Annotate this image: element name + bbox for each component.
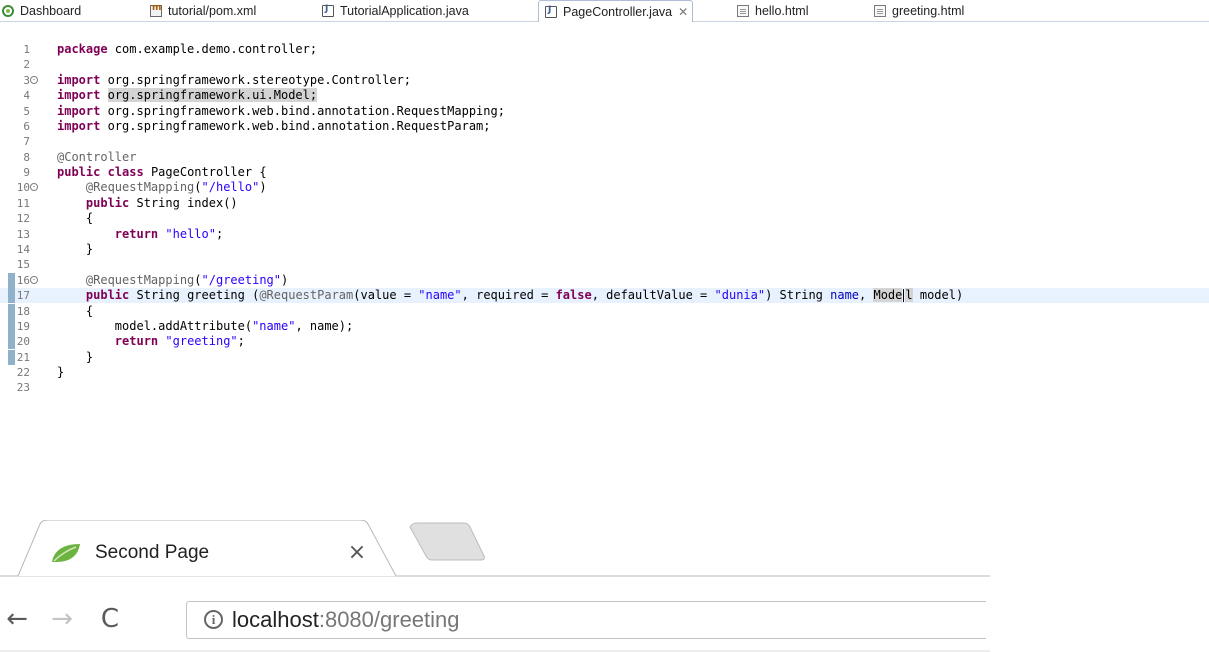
line-number: 15 [16, 258, 30, 271]
code-line: 8 @Controller [0, 150, 1209, 165]
new-tab-button[interactable] [409, 522, 485, 561]
code-line: 11 public String index() [0, 196, 1209, 211]
line-number: 9 [23, 166, 30, 179]
code-line: 5 import org.springframework.web.bind.an… [0, 104, 1209, 119]
line-number: 7 [23, 135, 30, 148]
line-number: 8 [23, 151, 30, 164]
spring-leaf-icon [52, 544, 80, 562]
line-number: 22 [16, 366, 30, 379]
code-line: 19 model.addAttribute("name", name); [0, 319, 1209, 334]
code-line: 15 [0, 257, 1209, 272]
html-file-icon [737, 4, 749, 17]
browser-tab-title: Second Page [95, 542, 210, 563]
url-text[interactable]: localhost:8080/greeting [232, 606, 460, 634]
dashboard-icon [2, 4, 14, 17]
code-line: 1 package com.example.demo.controller; [0, 42, 1209, 57]
tab-greeting-html[interactable]: greeting.html [874, 0, 964, 21]
forward-arrow-icon[interactable]: → [46, 604, 78, 634]
line-number: 13 [16, 228, 30, 241]
html-file-icon [874, 4, 886, 17]
tab-dashboard[interactable]: Dashboard [2, 0, 81, 21]
line-number: 21 [16, 351, 30, 364]
code-line: 7 [0, 134, 1209, 149]
line-number: 18 [16, 305, 30, 318]
java-file-icon [322, 4, 334, 17]
tab-hello-html[interactable]: hello.html [737, 0, 809, 21]
line-number: 5 [23, 105, 30, 118]
line-number: 20 [16, 335, 30, 348]
line-number: 2 [23, 58, 30, 71]
java-file-icon [545, 5, 557, 18]
tab-label: hello.html [755, 3, 809, 18]
code-line: 18 { [0, 304, 1209, 319]
line-number: 12 [16, 212, 30, 225]
code-line: 10 @RequestMapping("/hello") [0, 180, 1209, 195]
code-line: 21 } [0, 350, 1209, 365]
line-number: 10 [16, 181, 30, 194]
line-number: 17 [16, 289, 30, 302]
line-number: 11 [16, 197, 30, 210]
tab-label: Dashboard [20, 3, 82, 18]
code-line: 22 } [0, 365, 1209, 380]
close-icon[interactable]: × [346, 540, 368, 565]
code-line-current: 17 public String greeting (@RequestParam… [0, 288, 1209, 303]
code-line: 12 { [0, 211, 1209, 226]
maven-file-icon [150, 3, 162, 17]
code-line: 6 import org.springframework.web.bind.an… [0, 119, 1209, 134]
line-number: 19 [16, 320, 30, 333]
fold-toggle-icon[interactable] [30, 183, 38, 191]
code-line: 3 import org.springframework.stereotype.… [0, 73, 1209, 88]
code-line: 2 [0, 57, 1209, 72]
line-number: 3 [23, 74, 30, 87]
fold-toggle-icon[interactable] [30, 76, 38, 84]
code-line: 20 return "greeting"; [0, 334, 1209, 349]
close-tab-icon[interactable]: ✕ [678, 5, 688, 19]
url-host: localhost [232, 607, 319, 632]
back-arrow-icon[interactable]: ← [1, 604, 33, 634]
line-number: 23 [16, 381, 30, 394]
tab-label: TutorialApplication.java [340, 3, 469, 18]
tab-tutorial-application[interactable]: TutorialApplication.java [322, 0, 469, 21]
editor-tab-bar: Dashboard tutorial/pom.xml TutorialAppli… [0, 0, 1209, 22]
code-line: 9 public class PageController { [0, 165, 1209, 180]
code-line: 14 } [0, 242, 1209, 257]
line-number: 14 [16, 243, 30, 256]
line-number: 6 [23, 120, 30, 133]
url-path: :8080/greeting [318, 607, 460, 632]
line-number: 4 [23, 89, 30, 102]
line-number: 16 [16, 274, 30, 287]
tab-label: PageController.java [563, 4, 673, 19]
code-line: 16 @RequestMapping("/greeting") [0, 273, 1209, 288]
tab-label: tutorial/pom.xml [168, 3, 257, 18]
tab-page-controller[interactable]: PageController.java ✕ [538, 0, 694, 22]
info-icon[interactable]: i [204, 610, 223, 629]
tab-label: greeting.html [892, 3, 965, 18]
reload-icon[interactable]: C [94, 604, 126, 634]
line-number: 1 [23, 43, 30, 56]
code-line: 23 [0, 380, 1209, 395]
code-editor[interactable]: 1 package com.example.demo.controller; 2… [0, 22, 1209, 470]
tab-pom-xml[interactable]: tutorial/pom.xml [150, 0, 256, 21]
fold-toggle-icon[interactable] [30, 276, 38, 284]
code-line: 4 import org.springframework.ui.Model; [0, 88, 1209, 103]
code-line: 13 return "hello"; [0, 227, 1209, 242]
